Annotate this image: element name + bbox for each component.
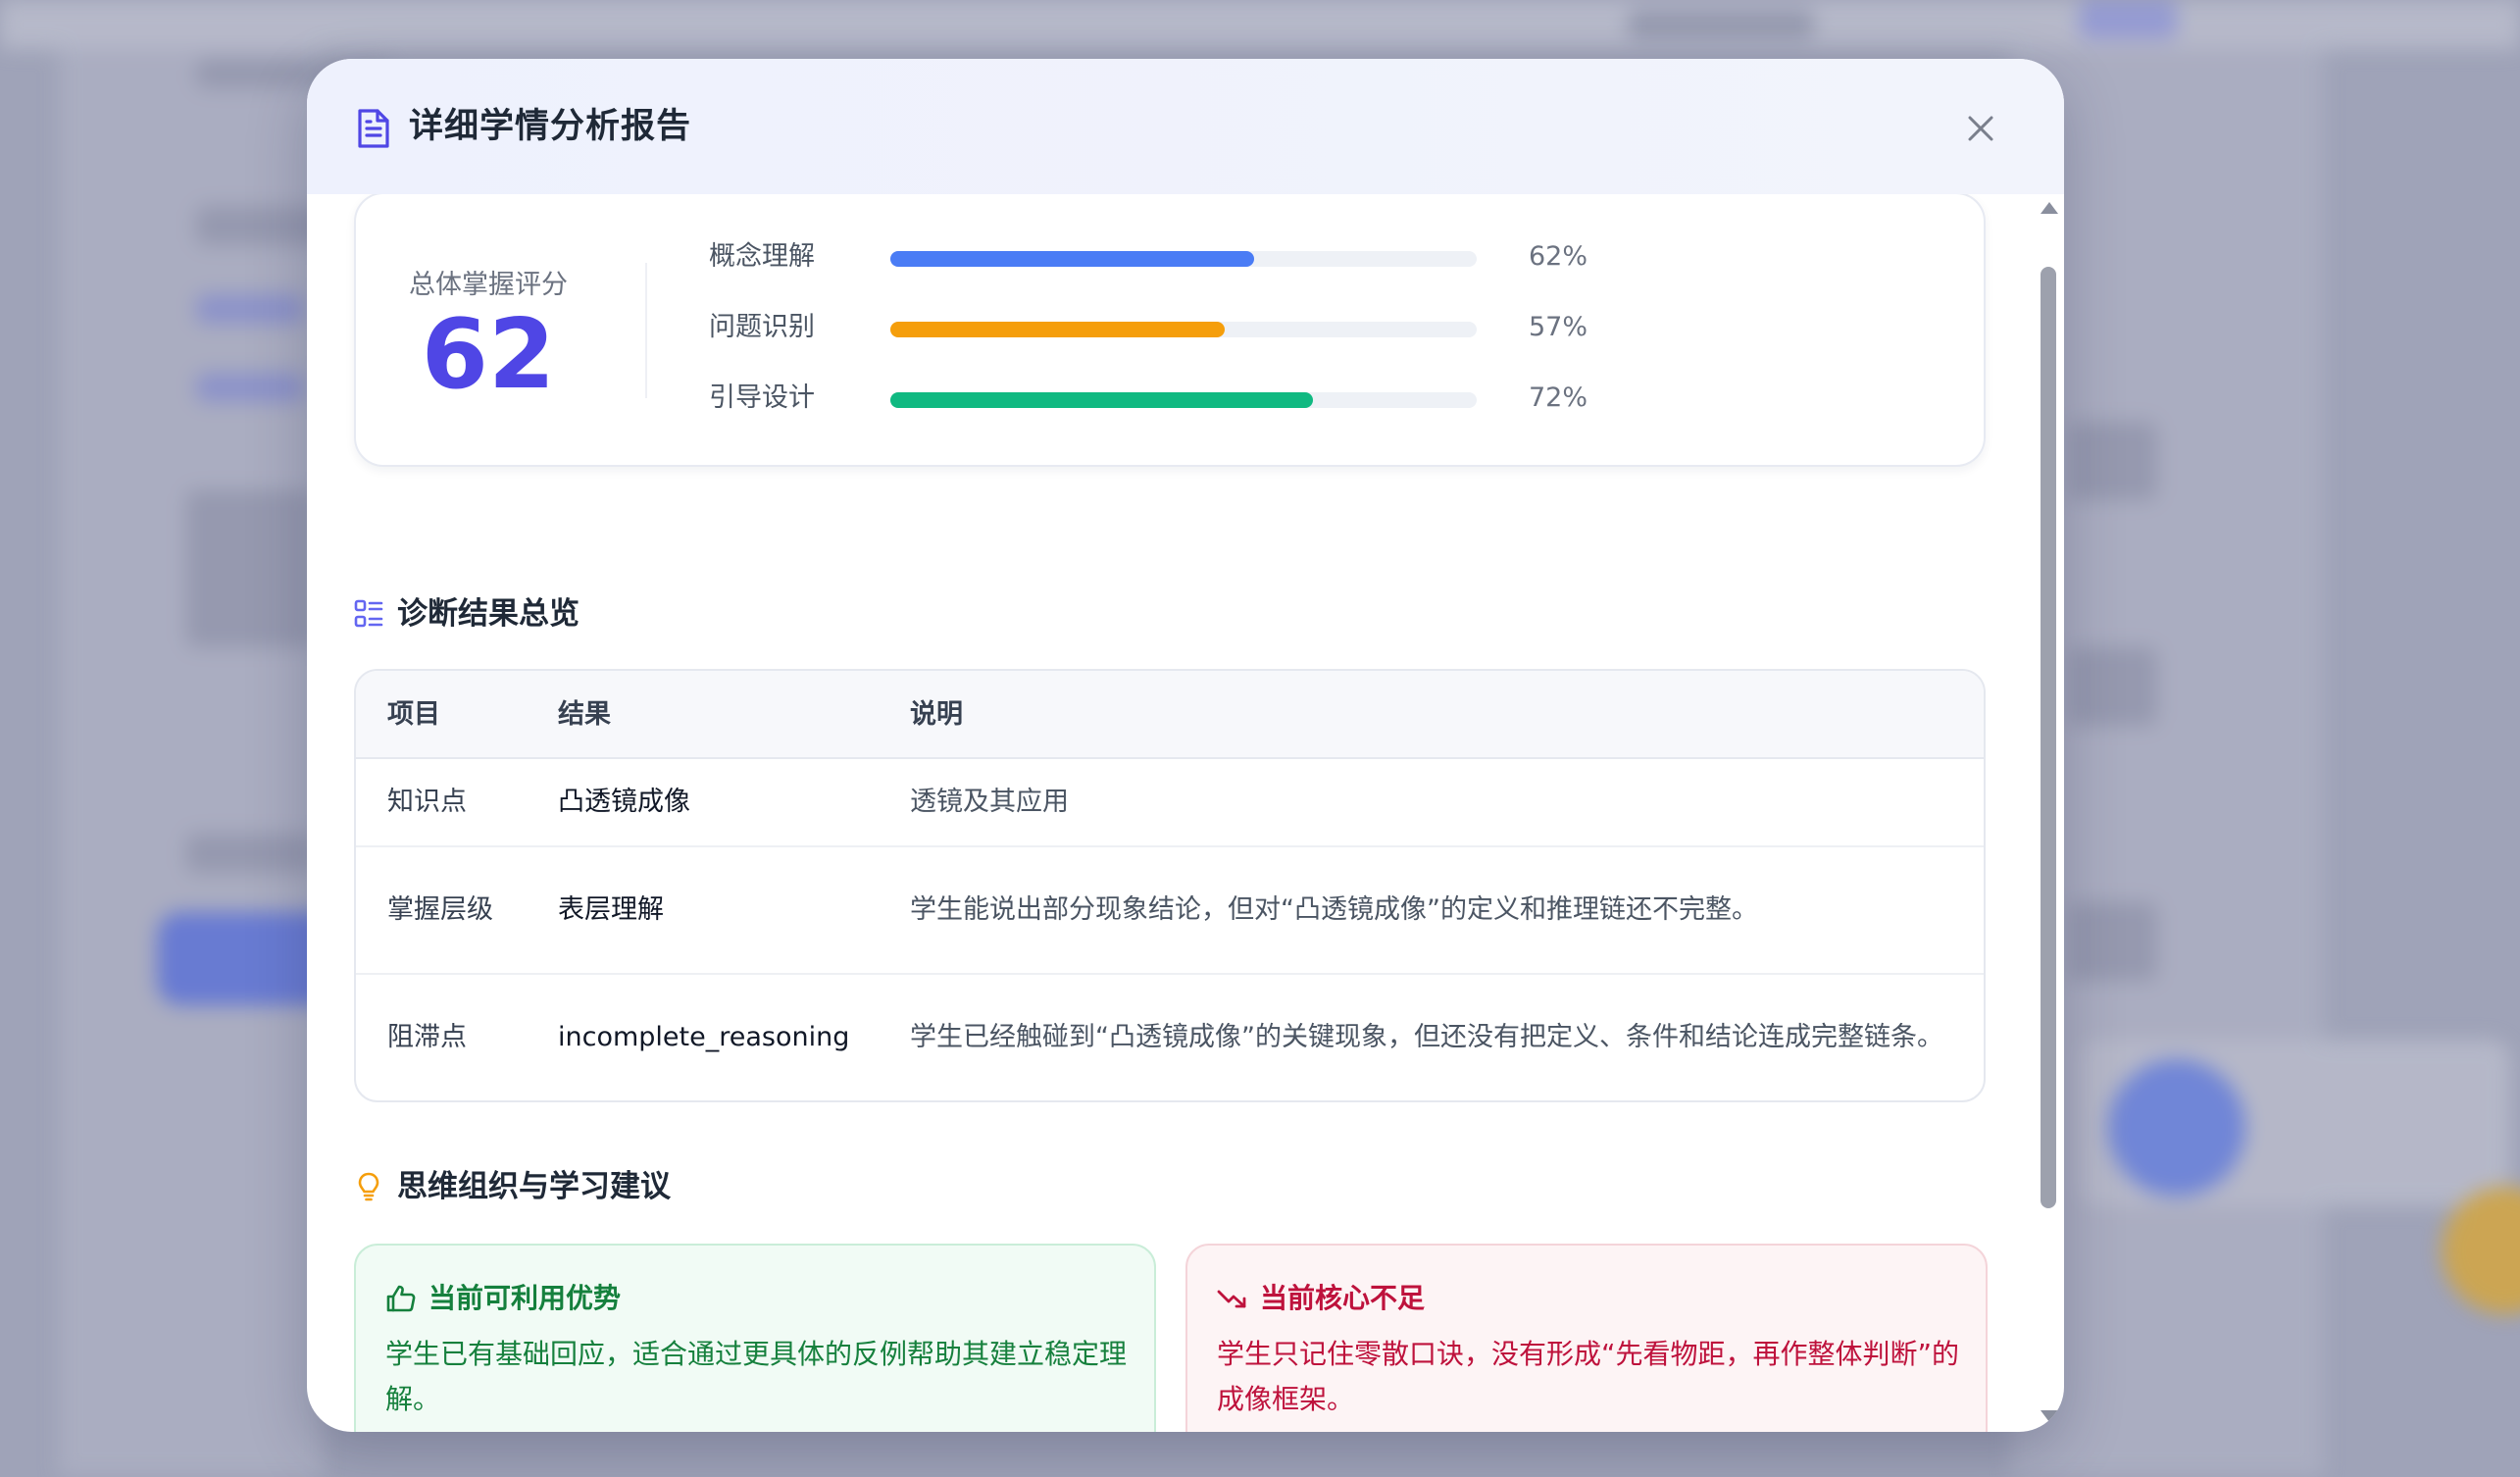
cell-item: 掌握层级: [387, 894, 493, 925]
modal-header: 详细学情分析报告: [307, 59, 2064, 194]
cell-desc: 学生已经触碰到“凸透镜成像”的关键现象，但还没有把定义、条件和结论连成完整链条。: [910, 1022, 1943, 1052]
table-header: 项目 结果 说明: [356, 671, 1984, 759]
bg-text-block: [186, 834, 314, 873]
metric-label: 问题识别: [709, 312, 815, 342]
report-modal: 详细学情分析报告 总体掌握评分 62 概念理解 62% 问题识别 57% 引导设…: [307, 59, 2064, 1432]
metric-percent: 72%: [1528, 382, 1588, 413]
bg-chip: [2079, 0, 2177, 39]
strength-card: 当前可利用优势 学生已有基础回应，适合通过更具体的反例帮助其建立稳定理解。: [354, 1244, 1156, 1432]
cell-result: 凸透镜成像: [558, 787, 690, 817]
document-icon: [358, 109, 389, 148]
cell-desc: 学生能说出部分现象结论，但对“凸透镜成像”的定义和推理链还不完整。: [910, 894, 1758, 925]
progress-track: [890, 251, 1477, 267]
column-header: 说明: [910, 699, 963, 730]
bg-sidebar: [59, 49, 324, 1477]
bg-text-block: [2069, 902, 2157, 981]
section-title: 诊断结果总览: [397, 596, 580, 632]
bg-text-block: [2069, 647, 2157, 726]
bg-text-block: [196, 294, 304, 324]
column-header: 项目: [387, 699, 440, 730]
metric-row: 问题识别 57%: [356, 308, 1988, 347]
weakness-title: 当前核心不足: [1260, 1282, 1426, 1314]
bg-text-block: [1628, 10, 1814, 39]
progress-track: [890, 392, 1477, 408]
strength-text: 学生已有基础回应，适合通过更具体的反例帮助其建立稳定理解。: [385, 1338, 1128, 1415]
thumbs-up-icon: [386, 1285, 416, 1312]
cell-result: incomplete_reasoning: [558, 1022, 850, 1052]
list-icon: [354, 599, 383, 628]
score-card: 总体掌握评分 62 概念理解 62% 问题识别 57% 引导设计 72%: [354, 194, 1986, 467]
modal-body[interactable]: 总体掌握评分 62 概念理解 62% 问题识别 57% 引导设计 72% 诊断结…: [307, 194, 2064, 1432]
cell-item: 知识点: [387, 787, 467, 817]
section-title: 思维组织与学习建议: [397, 1169, 671, 1204]
bg-text-block: [2069, 422, 2157, 500]
close-icon[interactable]: [1960, 108, 2001, 149]
progress-fill: [890, 392, 1313, 408]
cell-desc: 透镜及其应用: [910, 787, 1069, 817]
metric-percent: 57%: [1528, 312, 1588, 342]
scrollbar-thumb[interactable]: [2041, 267, 2056, 1208]
bg-avatar: [2108, 1059, 2245, 1197]
bg-text-block: [196, 373, 304, 402]
table-row: 知识点 凸透镜成像 透镜及其应用: [356, 759, 1984, 847]
weakness-card: 当前核心不足 学生只记住零散口诀，没有形成“先看物距，再作整体判断”的成像框架。: [1185, 1244, 1988, 1432]
diagnosis-table: 项目 结果 说明 知识点 凸透镜成像 透镜及其应用 掌握层级 表层理解 学生能说…: [354, 669, 1986, 1102]
scroll-down-arrow[interactable]: [2041, 1410, 2058, 1422]
progress-fill: [890, 251, 1254, 267]
progress-fill: [890, 322, 1225, 337]
metric-label: 概念理解: [709, 241, 815, 272]
column-header: 结果: [558, 699, 611, 730]
metric-label: 引导设计: [709, 382, 815, 413]
metric-percent: 62%: [1528, 241, 1588, 272]
table-row: 阻滞点 incomplete_reasoning 学生已经触碰到“凸透镜成像”的…: [356, 975, 1984, 1100]
scroll-up-arrow[interactable]: [2041, 202, 2058, 214]
metric-row: 引导设计 72%: [356, 379, 1988, 418]
bg-text-block: [186, 490, 314, 647]
lightbulb-icon: [358, 1172, 379, 1201]
strength-title: 当前可利用优势: [428, 1282, 622, 1314]
modal-title: 详细学情分析报告: [409, 107, 692, 146]
cell-item: 阻滞点: [387, 1022, 467, 1052]
progress-track: [890, 322, 1477, 337]
cell-result: 表层理解: [558, 894, 664, 925]
bg-text-block: [196, 206, 324, 245]
trending-down-icon: [1217, 1290, 1246, 1308]
weakness-text: 学生只记住零散口诀，没有形成“先看物距，再作整体判断”的成像框架。: [1217, 1338, 1960, 1415]
metric-row: 概念理解 62%: [356, 237, 1988, 277]
table-row: 掌握层级 表层理解 学生能说出部分现象结论，但对“凸透镜成像”的定义和推理链还不…: [356, 847, 1984, 975]
